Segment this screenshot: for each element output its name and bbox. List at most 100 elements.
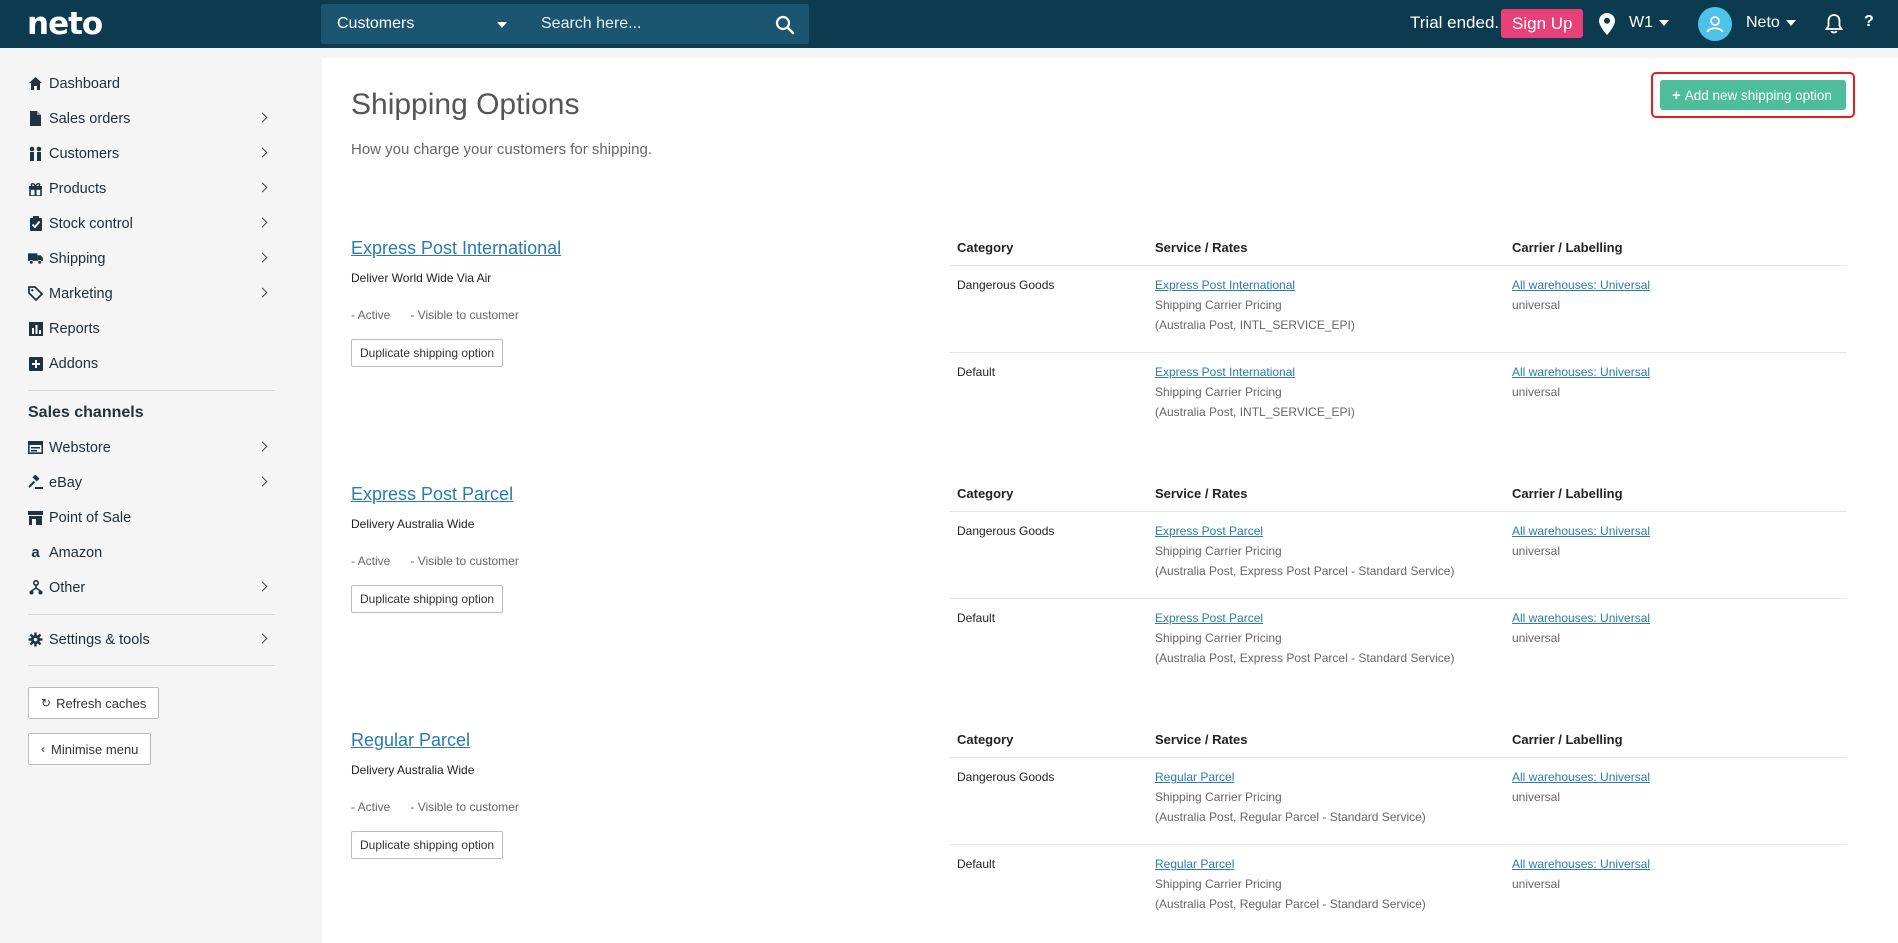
table-cell-carrier: All warehouses: Universal universal xyxy=(1512,854,1650,894)
warehouse-selector[interactable]: W1 xyxy=(1629,14,1669,32)
sidebar-item-point-of-sale[interactable]: Point of Sale xyxy=(28,500,274,535)
sidebar-item-marketing[interactable]: Marketing xyxy=(28,276,274,311)
carrier-link[interactable]: All warehouses: Universal xyxy=(1512,521,1650,541)
column-header-service-rates: Service / Rates xyxy=(1155,486,1248,501)
pricing-text: Shipping Carrier Pricing xyxy=(1155,544,1282,558)
pricing-text: Shipping Carrier Pricing xyxy=(1155,298,1282,312)
neto-logo[interactable]: neto xyxy=(27,6,103,42)
sidebar-item-other[interactable]: Other xyxy=(28,570,274,605)
sidebar-item-label: Addons xyxy=(49,355,99,372)
warehouse-label: W1 xyxy=(1629,14,1653,31)
table-cell-service: Express Post International Shipping Carr… xyxy=(1155,362,1355,422)
table-cell-category: Default xyxy=(957,611,996,625)
search-category-dropdown[interactable]: Customers xyxy=(321,4,521,44)
sidebar-item-stock-control[interactable]: Stock control xyxy=(28,206,274,241)
add-new-shipping-option-label: Add new shipping option xyxy=(1684,87,1832,103)
table-cell-service: Express Post Parcel Shipping Carrier Pri… xyxy=(1155,608,1454,668)
service-link[interactable]: Regular Parcel xyxy=(1155,767,1426,787)
service-link[interactable]: Express Post Parcel xyxy=(1155,608,1454,628)
labelling-text: universal xyxy=(1512,544,1561,558)
tag-icon xyxy=(28,286,43,301)
table-cell-carrier: All warehouses: Universal universal xyxy=(1512,608,1650,648)
shipping-option-name-link[interactable]: Express Post Parcel xyxy=(351,484,513,505)
carrier-link[interactable]: All warehouses: Universal xyxy=(1512,608,1650,628)
carrier-link[interactable]: All warehouses: Universal xyxy=(1512,362,1650,382)
carrier-link[interactable]: All warehouses: Universal xyxy=(1512,275,1650,295)
chevron-right-icon xyxy=(257,112,268,123)
shipping-option-status: - Active - Visible to customer xyxy=(351,308,519,322)
plus-icon: + xyxy=(1672,86,1681,104)
sidebar-item-shipping[interactable]: Shipping xyxy=(28,241,274,276)
column-header-carrier-labelling: Carrier / Labelling xyxy=(1512,732,1623,747)
table-divider xyxy=(950,265,1847,266)
shipping-option-name-link[interactable]: Express Post International xyxy=(351,238,561,259)
sidebar-item-amazon[interactable]: a Amazon xyxy=(28,535,274,570)
column-header-carrier-labelling: Carrier / Labelling xyxy=(1512,486,1623,501)
sidebar-item-customers[interactable]: Customers xyxy=(28,136,274,171)
sidebar-item-addons[interactable]: Addons xyxy=(28,346,274,381)
user-icon xyxy=(1706,16,1724,33)
sidebar-item-ebay[interactable]: eBay xyxy=(28,465,274,500)
service-detail: (Australia Post, Express Post Parcel - S… xyxy=(1155,564,1455,578)
service-link[interactable]: Express Post Parcel xyxy=(1155,521,1454,541)
sidebar-item-label: Dashboard xyxy=(49,75,120,92)
sidebar-item-dashboard[interactable]: Dashboard xyxy=(28,66,274,101)
service-detail: (Australia Post, Regular Parcel - Standa… xyxy=(1155,897,1426,911)
sidebar-item-reports[interactable]: Reports xyxy=(28,311,274,346)
sidebar-item-label: Customers xyxy=(49,145,120,162)
status-active: - Active xyxy=(351,308,391,322)
duplicate-shipping-option-button[interactable]: Duplicate shipping option xyxy=(351,339,504,367)
refresh-icon: ↻ xyxy=(41,696,52,710)
global-search: Customers xyxy=(321,4,809,44)
page-title: Shipping Options xyxy=(351,88,580,121)
sidebar-divider xyxy=(28,390,275,391)
gavel-icon xyxy=(28,475,43,490)
user-menu[interactable]: Neto xyxy=(1746,14,1796,32)
store-icon xyxy=(28,510,43,525)
search-icon[interactable] xyxy=(775,15,795,35)
main-content: Shipping Options How you charge your cus… xyxy=(322,58,1898,943)
table-cell-service: Express Post International Shipping Carr… xyxy=(1155,275,1355,335)
gear-icon xyxy=(28,632,43,647)
chevron-right-icon xyxy=(257,476,268,487)
labelling-text: universal xyxy=(1512,298,1561,312)
table-cell-category: Dangerous Goods xyxy=(957,770,1055,784)
table-cell-category: Default xyxy=(957,365,996,379)
pricing-text: Shipping Carrier Pricing xyxy=(1155,790,1282,804)
refresh-caches-button[interactable]: ↻ Refresh caches xyxy=(28,687,160,719)
notification-bell-icon[interactable] xyxy=(1825,14,1843,34)
service-link[interactable]: Regular Parcel xyxy=(1155,854,1426,874)
amazon-icon: a xyxy=(31,544,40,561)
home-icon xyxy=(28,76,43,91)
sidebar-item-label: Point of Sale xyxy=(49,509,132,526)
sidebar-item-settings-tools[interactable]: Settings & tools xyxy=(28,622,274,657)
search-input[interactable] xyxy=(521,4,809,44)
chevron-right-icon xyxy=(257,217,268,228)
add-new-shipping-option-button[interactable]: + Add new shipping option xyxy=(1660,80,1846,110)
shipping-option-name-link[interactable]: Regular Parcel xyxy=(351,730,470,751)
sidebar-item-webstore[interactable]: Webstore xyxy=(28,430,274,465)
shipping-option-description: Delivery Australia Wide xyxy=(351,517,475,531)
sidebar-item-label: Sales orders xyxy=(49,110,131,127)
labelling-text: universal xyxy=(1512,631,1561,645)
column-header-category: Category xyxy=(957,240,1014,255)
minimise-menu-button[interactable]: ‹ Minimise menu xyxy=(28,733,152,765)
service-detail: (Australia Post, INTL_SERVICE_EPI) xyxy=(1155,405,1355,419)
user-avatar[interactable] xyxy=(1698,7,1732,41)
chevron-right-icon xyxy=(257,252,268,263)
service-link[interactable]: Express Post International xyxy=(1155,275,1355,295)
chevron-right-icon xyxy=(257,581,268,592)
sign-up-button[interactable]: Sign Up xyxy=(1501,9,1584,38)
sidebar-item-sales-orders[interactable]: Sales orders xyxy=(28,101,274,136)
shipping-option-description: Delivery Australia Wide xyxy=(351,763,475,777)
chevron-right-icon xyxy=(257,182,268,193)
duplicate-shipping-option-button[interactable]: Duplicate shipping option xyxy=(351,831,504,859)
table-cell-service: Regular Parcel Shipping Carrier Pricing … xyxy=(1155,854,1426,914)
sidebar-item-products[interactable]: Products xyxy=(28,171,274,206)
carrier-link[interactable]: All warehouses: Universal xyxy=(1512,767,1650,787)
trial-status-text: Trial ended. xyxy=(1410,13,1500,32)
carrier-link[interactable]: All warehouses: Universal xyxy=(1512,854,1650,874)
duplicate-shipping-option-button[interactable]: Duplicate shipping option xyxy=(351,585,504,613)
service-link[interactable]: Express Post International xyxy=(1155,362,1355,382)
help-icon[interactable]: ? xyxy=(1864,13,1874,31)
